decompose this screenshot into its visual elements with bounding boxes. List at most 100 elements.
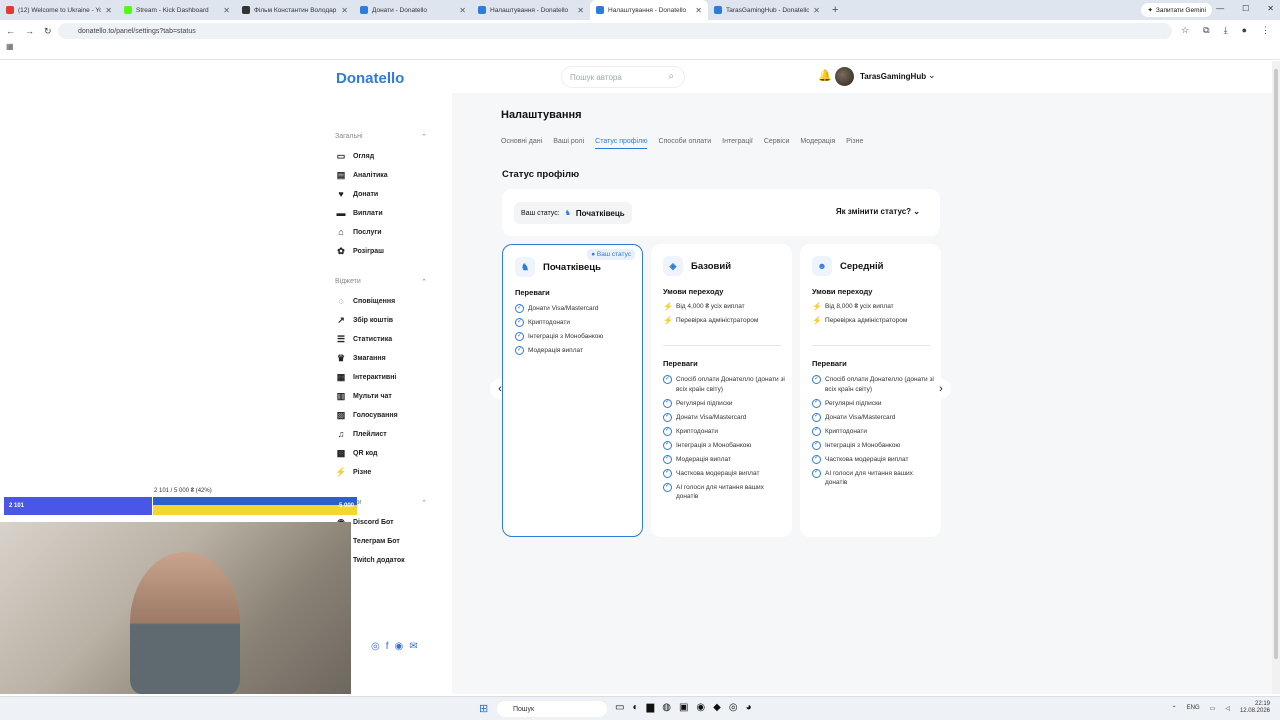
minimize-icon[interactable]: — — [1216, 4, 1224, 13]
edge-icon[interactable]: ◍ — [662, 702, 671, 713]
browser-tab[interactable]: Донати - Donatello ✕ — [354, 0, 472, 20]
instagram-icon[interactable]: ◎ — [371, 641, 380, 652]
sidebar-item[interactable]: ▬ Виплати — [335, 208, 383, 218]
windows-start-icon[interactable]: ⊞ — [479, 702, 488, 715]
status-card[interactable]: ♞ Початківець ● Ваш статус Переваги ✓ Донати … — [502, 244, 643, 537]
close-tab-icon[interactable]: ✕ — [577, 6, 584, 15]
sidebar-item[interactable]: ▦ Інтерактивні — [335, 372, 397, 383]
sidebar-item[interactable]: ▤ Аналітика — [335, 170, 388, 181]
sidebar-item[interactable]: ▩ QR код — [335, 448, 378, 459]
close-tab-icon[interactable]: ✕ — [105, 6, 112, 15]
bell-icon[interactable]: 🔔 — [818, 69, 832, 82]
browser-tab[interactable]: (12) Welcome to Ukraine - YouTube✕ — [0, 0, 118, 20]
scrollbar-thumb[interactable] — [1274, 69, 1278, 659]
favicon-icon — [360, 6, 368, 14]
star-icon[interactable]: ☆ — [1181, 25, 1189, 36]
logo[interactable]: Donatello — [336, 70, 404, 87]
gemini-button[interactable]: ✦ Запитати Gemini — [1141, 3, 1212, 17]
page-scrollbar[interactable] — [1272, 61, 1280, 694]
close-tab-icon[interactable]: ✕ — [813, 6, 820, 15]
discord-icon[interactable]: ◉ — [395, 641, 404, 652]
avatar[interactable] — [835, 67, 854, 86]
url-field[interactable]: donatello.to/panel/settings?tab=status — [58, 23, 1172, 39]
download-icon[interactable]: ⤓ — [1224, 25, 1228, 36]
close-tab-icon[interactable]: ✕ — [223, 6, 230, 15]
list-item: ✓ Криптодонати — [812, 426, 936, 437]
clock[interactable]: 22:19 12.08.2026 — [1240, 701, 1270, 715]
maximize-icon[interactable]: ☐ — [1242, 4, 1249, 13]
forward-icon[interactable]: → — [25, 26, 34, 36]
store-icon[interactable]: ▣ — [679, 702, 688, 713]
close-tab-icon[interactable]: ✕ — [341, 6, 348, 15]
mail-icon[interactable]: ✉ — [409, 641, 417, 652]
lang-indicator[interactable]: ENG — [1187, 705, 1200, 711]
tab-settings[interactable]: Способи оплати — [658, 138, 711, 149]
taskview-icon[interactable]: ▭ — [615, 702, 624, 713]
list-item: ✓ Донати Visa/Mastercard — [515, 304, 639, 314]
tab-settings[interactable]: Основні дані — [501, 138, 542, 149]
taskbar-search[interactable]: Пошук — [497, 701, 607, 717]
network-icon[interactable]: ▭ — [1210, 705, 1216, 712]
chevron-down-icon[interactable]: ⌄ — [928, 70, 936, 81]
tray-up-icon[interactable]: ⌃ — [1172, 705, 1177, 712]
browser-tab[interactable]: Налаштування - Donatello ✕ — [590, 0, 708, 20]
browser-tab[interactable]: Фільм Константин Володар пекла ✕ — [236, 0, 354, 20]
sidebar-item[interactable]: ✿ Розіграш — [335, 246, 384, 257]
favicon-icon — [242, 6, 250, 14]
menu-icon[interactable]: ⋮ — [1261, 25, 1270, 36]
search-input[interactable]: Пошук автора ⌕ — [562, 67, 684, 87]
sidebar-group-header[interactable]: Загальні ⌃ — [335, 133, 427, 141]
tab-settings[interactable]: Ваші ролі — [553, 138, 584, 149]
sidebar-group-header[interactable]: Віджети ⌃ — [335, 278, 427, 286]
extensions-icon[interactable]: ⧉ — [1203, 25, 1209, 36]
chevron-up-icon: ⌃ — [421, 279, 427, 286]
facebook-icon[interactable]: f — [386, 641, 389, 652]
reload-icon[interactable]: ↻ — [44, 26, 52, 37]
browser-tab[interactable]: Налаштування - Donatello ✕ — [472, 0, 590, 20]
chrome-icon[interactable]: ◉ — [696, 702, 705, 713]
sidebar-item[interactable]: ♛ Змагання — [335, 353, 386, 364]
sidebar-item[interactable]: ⚡ Різне — [335, 467, 371, 478]
search-icon[interactable]: ⌕ — [668, 71, 674, 82]
tab-settings[interactable]: Статус профілю — [595, 138, 648, 149]
sidebar-item[interactable]: ⌂ Послуги — [335, 227, 381, 237]
heart-icon: ♥ — [338, 189, 344, 199]
condition-text: Від 8,000 ₴ усіх виплат — [825, 303, 894, 310]
profile-icon[interactable]: ● — [1242, 25, 1247, 36]
new-tab-icon[interactable]: + — [832, 4, 838, 16]
tab-settings[interactable]: Модерація — [800, 138, 835, 149]
folder-icon[interactable]: ▆ — [647, 702, 655, 713]
status-card[interactable]: ☻ Середній Умови переходу ⚡ Від 8,000 ₴ усіх… — [800, 244, 941, 537]
copilot-icon[interactable]: ◐ — [632, 702, 638, 713]
favicon-icon — [6, 6, 14, 14]
tab-settings[interactable]: Інтеграції — [722, 138, 753, 149]
username[interactable]: TarasGamingHub — [860, 72, 926, 81]
browser-tab[interactable]: Stream - Kick Dashboard ✕ — [118, 0, 236, 20]
sidebar-item[interactable]: ☰ Статистика — [335, 334, 392, 345]
close-window-icon[interactable]: ✕ — [1267, 4, 1274, 13]
tab-settings[interactable]: Сервіси — [764, 138, 790, 149]
sidebar-item[interactable]: ▨ Голосування — [335, 410, 398, 421]
bolt-icon: ⚡ — [663, 316, 673, 325]
sidebar-item[interactable]: ♥ Донати — [335, 189, 378, 199]
next-arrow-icon[interactable]: › — [931, 379, 951, 399]
volume-icon[interactable]: ◁ — [1225, 705, 1230, 712]
steam-icon[interactable]: ◎ — [729, 702, 738, 713]
app-icon[interactable]: ◆ — [713, 702, 721, 713]
how-to-change-toggle[interactable]: Як змінити статус? ⌄ — [836, 207, 920, 216]
sidebar-item[interactable]: ♫ Плейлист — [335, 429, 387, 439]
qr-icon: ▩ — [336, 448, 346, 458]
apps-icon[interactable]: ▦ — [6, 42, 14, 51]
tab-settings[interactable]: Різне — [846, 138, 863, 149]
discord-taskbar-icon[interactable]: ◕ — [746, 702, 752, 713]
status-card[interactable]: ◈ Базовий Умови переходу ⚡ Від 4,000 ₴ усіх … — [651, 244, 792, 537]
close-tab-icon[interactable]: ✕ — [695, 6, 702, 15]
benefits-label: Переваги — [663, 359, 698, 368]
sidebar-item[interactable]: ◌ Сповіщення — [335, 296, 395, 306]
close-tab-icon[interactable]: ✕ — [459, 6, 466, 15]
browser-tab[interactable]: TarasGamingHub - Donatello ✕ — [708, 0, 826, 20]
back-icon[interactable]: ← — [6, 26, 15, 36]
sidebar-item[interactable]: ▭ Огляд — [335, 151, 374, 162]
sidebar-item[interactable]: ▥ Мульти чат — [335, 391, 392, 402]
sidebar-item[interactable]: ↗ Збір коштів — [335, 315, 393, 326]
